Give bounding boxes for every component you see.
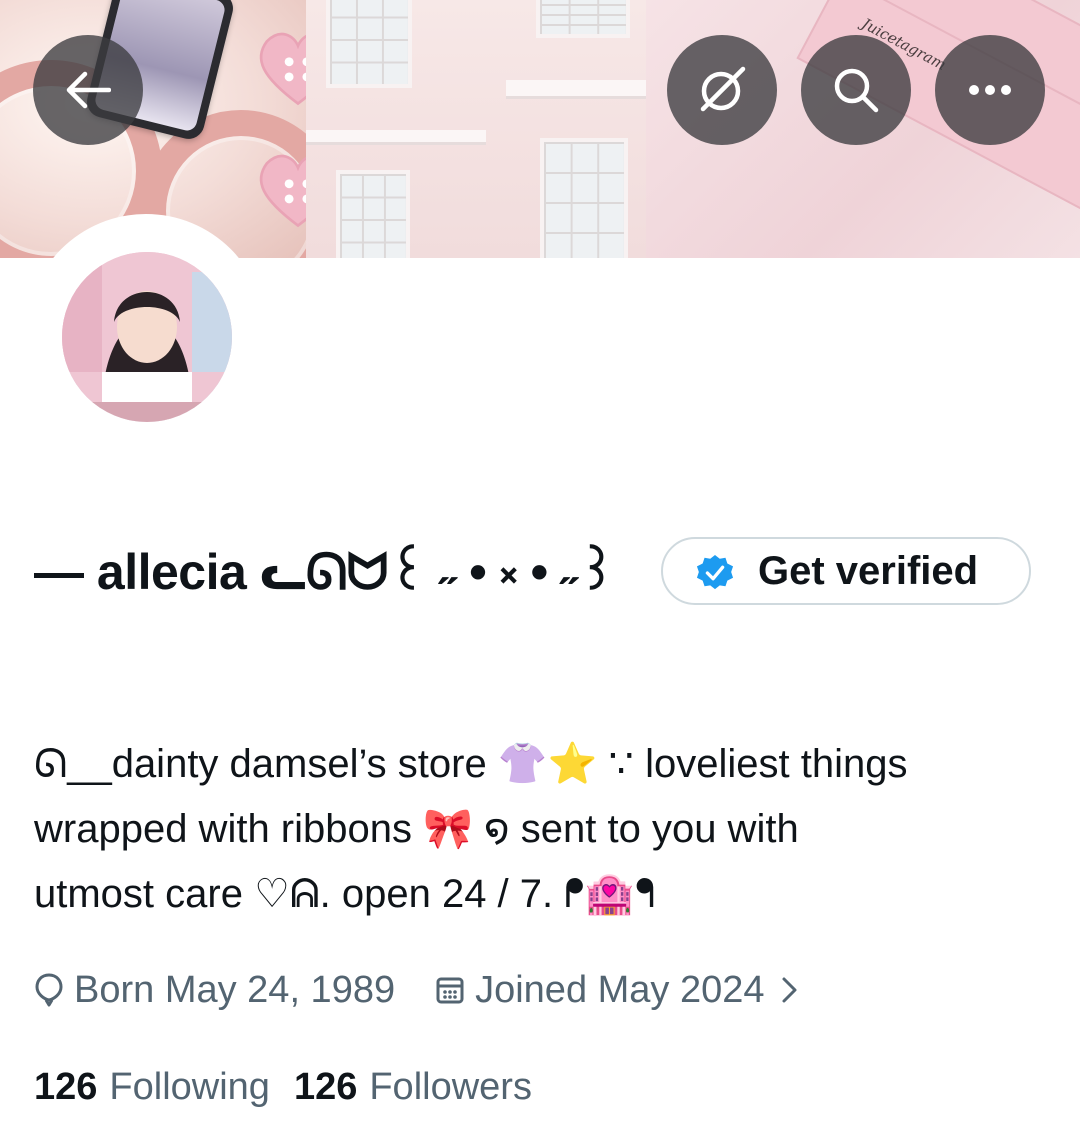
back-button[interactable] <box>33 35 143 145</box>
avatar[interactable] <box>62 252 232 422</box>
bio-line: utmost care ♡ᕱ. open 24 / 7. ᖰ🏩ᖳ <box>34 872 656 916</box>
avatar-image <box>62 252 232 422</box>
birthday-item: Born May 24, 1989 <box>34 969 395 1012</box>
calendar-icon <box>435 975 465 1005</box>
window-decoration <box>336 170 410 258</box>
joined-item[interactable]: Joined May 2024 <box>435 969 798 1012</box>
following-label: Following <box>109 1065 270 1108</box>
window-decoration <box>326 0 412 88</box>
following-count: 126 <box>34 1065 98 1108</box>
banner-panel-building <box>306 0 646 258</box>
arrow-left-icon <box>66 71 111 109</box>
joined-label: Joined May 2024 <box>475 968 765 1011</box>
born-label: Born May 24, 1989 <box>74 968 396 1011</box>
window-decoration <box>540 138 628 258</box>
profile-stats: 126 Following 126 Followers <box>34 1060 532 1114</box>
window-decoration <box>536 0 630 38</box>
verified-badge-icon <box>696 554 734 590</box>
profile-bio: ᘏ__dainty damsel’s store 👚⭐ ∵ loveliest … <box>34 732 1044 927</box>
followers-link[interactable]: 126 Followers <box>294 1066 532 1109</box>
more-options-button[interactable] <box>935 35 1045 145</box>
followers-count: 126 <box>293 1065 358 1108</box>
following-link[interactable]: 126 Following <box>34 1066 270 1109</box>
get-verified-label: Get verified <box>758 549 979 593</box>
grok-icon <box>700 66 746 112</box>
search-button[interactable] <box>801 35 911 145</box>
bio-line: wrapped with ribbons 🎀 ໑ sent to you wit… <box>34 807 799 851</box>
balloon-icon <box>34 972 64 1008</box>
search-icon <box>834 68 879 113</box>
bio-line: ᘏ__dainty damsel’s store 👚⭐ ∵ loveliest … <box>34 742 908 786</box>
followers-label: Followers <box>369 1065 532 1108</box>
profile-meta: Born May 24, 1989 Joined May 2024 <box>34 962 799 1018</box>
chevron-right-icon <box>781 975 799 1005</box>
grok-button[interactable] <box>667 35 777 145</box>
display-name: — allecia ᓚᘏᗢ꒰ ˶ • ༝ • ˶꒱ <box>34 544 616 600</box>
more-horizontal-icon <box>969 85 1011 95</box>
get-verified-button[interactable]: Get verified <box>661 537 1031 605</box>
